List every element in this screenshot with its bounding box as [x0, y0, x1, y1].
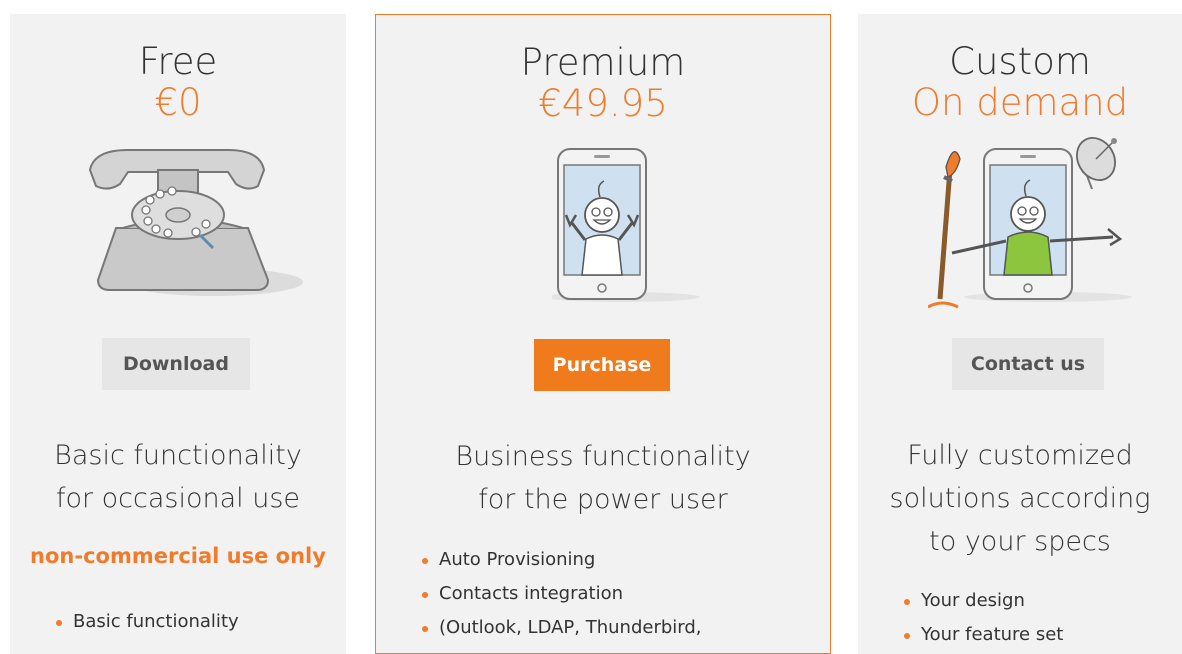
- list-item: Basic functionality: [54, 605, 239, 639]
- smartphone-character-icon: [552, 148, 700, 302]
- plan-price: €49.95: [538, 82, 668, 125]
- download-button[interactable]: Download: [102, 338, 250, 390]
- plan-title: Custom: [949, 40, 1091, 83]
- feature-list: Basic functionality: [54, 605, 239, 639]
- plan-tagline-line-2: for the power user: [478, 484, 728, 515]
- plan-tagline-line-2: solutions according: [889, 483, 1151, 514]
- list-item: Auto Provisioning: [420, 543, 702, 577]
- feature-list: Your design Your feature set: [902, 584, 1063, 652]
- plan-price: On demand: [911, 81, 1129, 124]
- plan-tagline-line-3: to your specs: [929, 526, 1111, 557]
- plan-title: Premium: [520, 41, 686, 84]
- plan-tagline-line-1: Fully customized: [907, 440, 1133, 471]
- feature-list: Auto Provisioning Contacts integration (…: [420, 543, 702, 645]
- plan-tagline-line-1: Business functionality: [455, 441, 751, 472]
- plan-card-custom: Custom On demand Contact us Fully custom…: [858, 14, 1182, 654]
- list-item: Contacts integration: [420, 577, 702, 611]
- purchase-button[interactable]: Purchase: [534, 339, 670, 391]
- plan-card-premium: Premium €49.95 Purchase Business functio…: [375, 14, 831, 654]
- list-item: (Outlook, LDAP, Thunderbird,: [420, 611, 702, 645]
- plan-title: Free: [138, 40, 218, 83]
- plan-card-free: Free €0 Download Basic functionality for…: [10, 14, 346, 654]
- contact-us-button[interactable]: Contact us: [952, 338, 1104, 390]
- list-item: Your feature set: [902, 618, 1063, 652]
- customized-smartphone-icon: [928, 137, 1132, 309]
- plan-tagline-line-1: Basic functionality: [54, 440, 302, 471]
- rotary-phone-icon: [88, 149, 303, 296]
- plan-price: €0: [154, 81, 202, 124]
- plan-tagline-line-2: for occasional use: [55, 483, 301, 514]
- usage-note: non-commercial use only: [30, 544, 326, 568]
- list-item: Your design: [902, 584, 1063, 618]
